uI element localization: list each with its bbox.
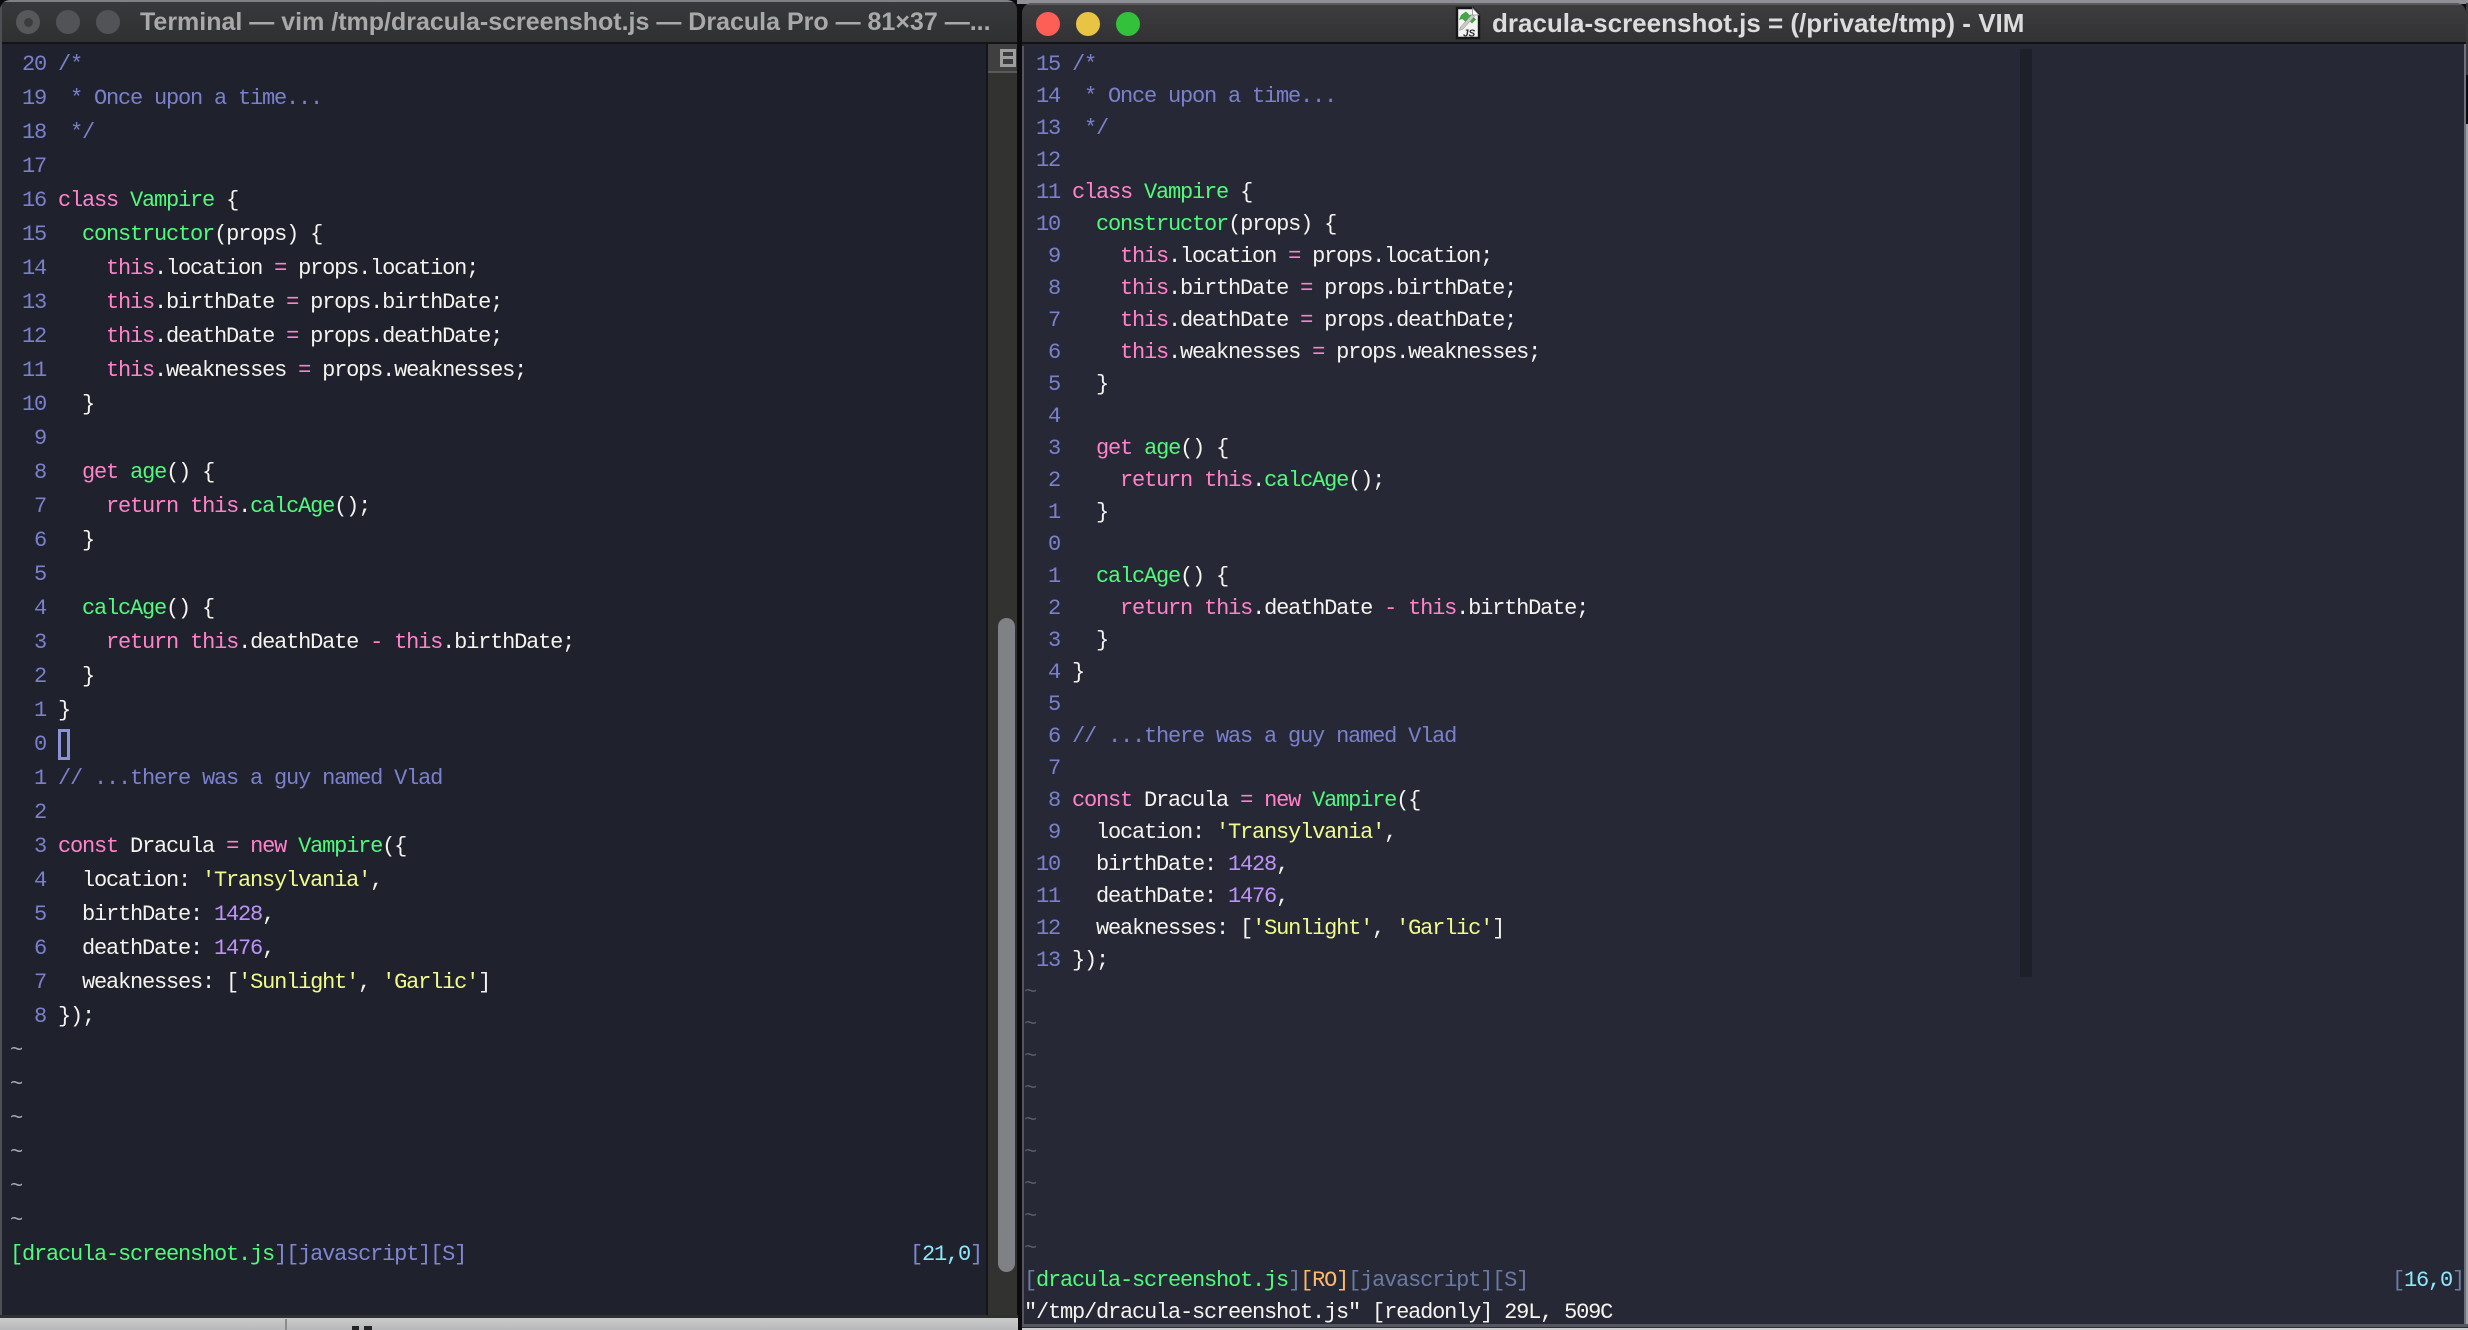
svg-text:JS: JS: [1463, 29, 1476, 40]
